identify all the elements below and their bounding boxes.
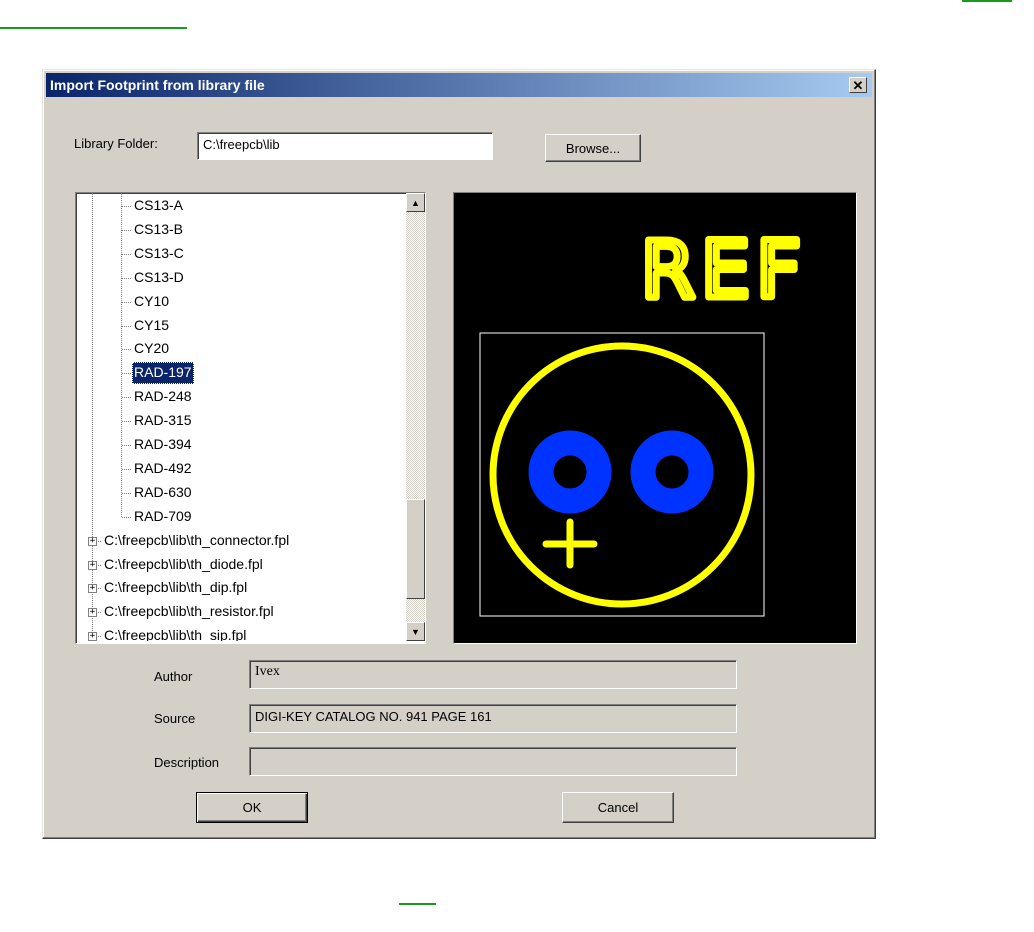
- browse-button[interactable]: Browse...: [545, 134, 641, 162]
- tree-item-footprint[interactable]: CS13-A: [132, 195, 185, 217]
- close-button[interactable]: ✕: [849, 77, 867, 93]
- tree-expand-icon[interactable]: +: [88, 632, 97, 641]
- tree-expand-icon[interactable]: +: [88, 608, 97, 618]
- tree-connector: [122, 206, 131, 208]
- tree-item-footprint[interactable]: CS13-D: [132, 267, 186, 289]
- tree-connector: [122, 373, 131, 375]
- tree-item-footprint[interactable]: RAD-315: [132, 410, 194, 432]
- tree-connector: [122, 349, 131, 351]
- close-icon: ✕: [852, 77, 864, 93]
- footprint-tree[interactable]: CS13-A CS13-B CS13-C CS13-D CY10 CY15 CY20 RAD-…: [75, 192, 426, 644]
- pad-2: [630, 430, 714, 514]
- source-field: DIGI-KEY CATALOG NO. 941 PAGE 161: [249, 704, 737, 733]
- footprint-bounding-outline: [479, 332, 765, 617]
- ok-button[interactable]: OK: [196, 792, 308, 823]
- dialog-title: Import Footprint from library file: [50, 77, 265, 93]
- tree-connector: [122, 421, 131, 423]
- title-bar[interactable]: Import Footprint from library file ✕: [46, 73, 872, 97]
- tree-expand-icon[interactable]: +: [88, 584, 97, 594]
- tree-connector: [122, 301, 131, 304]
- author-label: Author: [154, 669, 193, 684]
- cancel-button[interactable]: Cancel: [562, 792, 674, 823]
- scroll-thumb[interactable]: [406, 499, 425, 599]
- scroll-down-button[interactable]: ▼: [406, 622, 425, 641]
- library-folder-input[interactable]: C:\freepcb\lib: [197, 132, 493, 160]
- tree-item-footprint[interactable]: RAD-492: [132, 458, 194, 480]
- source-label: Source: [154, 711, 196, 726]
- tree-item-footprint[interactable]: CS13-B: [132, 219, 185, 241]
- tree-connector: [122, 492, 131, 495]
- library-folder-label: Library Folder:: [74, 136, 158, 151]
- tree-item-footprint[interactable]: RAD-394: [132, 434, 194, 456]
- source-value: DIGI-KEY CATALOG NO. 941 PAGE 161: [255, 709, 492, 724]
- tree-connector: [122, 253, 131, 256]
- library-folder-value: C:\freepcb\lib: [203, 137, 280, 152]
- tree-item-footprint[interactable]: RAD-709: [132, 506, 194, 528]
- tree-item-footprint[interactable]: CY20: [132, 338, 171, 360]
- tree-item-library-file[interactable]: C:\freepcb\lib\th_dip.fpl: [102, 577, 249, 599]
- tree-connector: [122, 325, 131, 328]
- tree-vertical-scrollbar[interactable]: ▲ ▼: [406, 193, 425, 641]
- scroll-up-button[interactable]: ▲: [406, 193, 425, 212]
- decorative-line-top-right: [962, 0, 1012, 2]
- tree-item-footprint[interactable]: CS13-C: [132, 243, 186, 265]
- browse-button-label: Browse...: [565, 140, 621, 156]
- tree-item-library-file[interactable]: C:\freepcb\lib\th_connector.fpl: [102, 530, 291, 552]
- tree-connector: [122, 516, 131, 519]
- footprint-preview-canvas: REF: [479, 223, 807, 617]
- tree-connector: [122, 229, 131, 232]
- tree-viewport: CS13-A CS13-B CS13-C CS13-D CY10 CY15 CY20 RAD-…: [76, 193, 402, 641]
- import-footprint-dialog: Import Footprint from library file ✕ Lib…: [42, 69, 876, 839]
- footprint-preview: REF: [453, 192, 857, 644]
- tree-item-library-file[interactable]: C:\freepcb\lib\th_sip.fpl: [102, 625, 248, 641]
- tree-item-library-file[interactable]: C:\freepcb\lib\th_diode.fpl: [102, 554, 265, 576]
- tree-expand-icon[interactable]: +: [88, 560, 97, 570]
- cancel-button-label: Cancel: [597, 800, 639, 815]
- tree-guide-line: [92, 193, 94, 639]
- author-field: Ivex: [249, 660, 737, 689]
- tree-connector: [122, 397, 131, 399]
- tree-item-footprint[interactable]: RAD-630: [132, 482, 194, 504]
- author-value: Ivex: [255, 664, 280, 679]
- tree-item-footprint[interactable]: CY15: [132, 315, 171, 337]
- tree-connector: [122, 277, 131, 280]
- decorative-line-top-left: [0, 27, 187, 29]
- description-label: Description: [154, 755, 220, 770]
- description-field: [249, 747, 737, 776]
- tree-expand-icon[interactable]: +: [88, 536, 97, 546]
- arrow-down-icon: ▼: [411, 626, 420, 637]
- tree-item-footprint[interactable]: CY10: [132, 291, 171, 313]
- ok-button-label: OK: [242, 800, 262, 815]
- pad-1: [528, 430, 612, 514]
- tree-item-library-file[interactable]: C:\freepcb\lib\th_resistor.fpl: [102, 601, 276, 623]
- decorative-line-bottom: [399, 903, 436, 905]
- tree-item-footprint[interactable]: RAD-197: [132, 362, 194, 385]
- arrow-up-icon: ▲: [411, 197, 420, 208]
- ref-designator-text: REF: [641, 226, 807, 316]
- tree-item-footprint[interactable]: RAD-248: [132, 386, 194, 408]
- tree-connector: [122, 468, 131, 471]
- tree-connector: [122, 445, 131, 447]
